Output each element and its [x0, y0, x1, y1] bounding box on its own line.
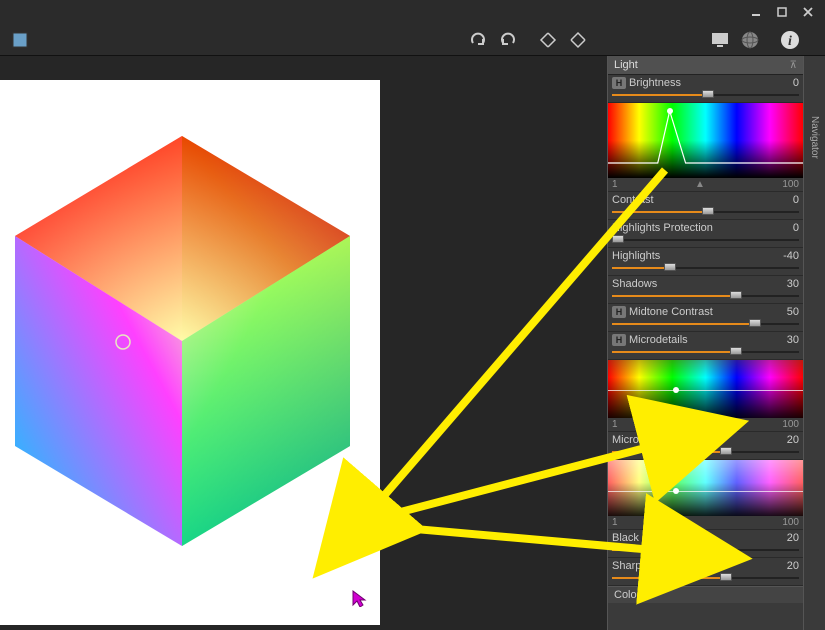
- sharpening-label: Sharpening: [612, 560, 668, 572]
- shadows-label: Shadows: [612, 278, 657, 290]
- hp-label: Highlights Protection: [612, 222, 713, 234]
- microcontrast-control[interactable]: Microcontrast 20: [608, 432, 803, 460]
- microcontrast-value: 20: [787, 434, 799, 446]
- compare-vertical-icon[interactable]: [566, 28, 590, 52]
- svg-text:i: i: [788, 34, 792, 49]
- redo-icon[interactable]: [466, 28, 490, 52]
- hp-slider[interactable]: [612, 236, 799, 244]
- range-row-2: 1100: [608, 418, 803, 432]
- navigator-label: Navigator: [809, 116, 820, 159]
- cursor-icon: [351, 589, 369, 612]
- microdetails-value: 30: [787, 334, 799, 346]
- shadows-control[interactable]: Shadows 30: [608, 276, 803, 304]
- brightness-slider[interactable]: [612, 91, 799, 99]
- brightness-label: Brightness: [629, 77, 681, 89]
- sharpening-slider[interactable]: [612, 574, 799, 582]
- midtone-label: Midtone Contrast: [629, 306, 713, 318]
- black-control[interactable]: Black 20: [608, 530, 803, 558]
- shadows-value: 30: [787, 278, 799, 290]
- midtone-spectrum[interactable]: [608, 360, 803, 418]
- file-icon[interactable]: [8, 28, 32, 52]
- panel-title: Light: [614, 59, 638, 71]
- color-cube-image: [5, 136, 360, 546]
- highlights-control[interactable]: Highlights -40: [608, 248, 803, 276]
- window-titlebar: [0, 0, 825, 24]
- midtone-slider[interactable]: [612, 320, 799, 328]
- highlights-protection-control[interactable]: Highlights Protection 0: [608, 220, 803, 248]
- light-panel: Light ⊼ HBrightness 0 1 ▲ 100 Contra: [607, 56, 803, 630]
- spectrum-point-2[interactable]: [673, 387, 679, 393]
- minimize-button[interactable]: [745, 4, 767, 20]
- range-row-1: 1 ▲ 100: [608, 178, 803, 192]
- black-slider[interactable]: [612, 546, 799, 554]
- top-toolbar: i: [0, 24, 825, 56]
- sharpening-control[interactable]: Sharpening 20: [608, 558, 803, 586]
- black-value: 20: [787, 532, 799, 544]
- black-label: Black: [612, 532, 639, 544]
- compare-horizontal-icon[interactable]: [536, 28, 560, 52]
- collapse-icon[interactable]: ▲: [695, 179, 705, 190]
- pin-icon[interactable]: ⊼: [790, 60, 797, 71]
- panel-header[interactable]: Light ⊼: [608, 56, 803, 75]
- navigator-tab[interactable]: Navigator: [803, 56, 825, 630]
- maximize-button[interactable]: [771, 4, 793, 20]
- canvas-area[interactable]: [0, 56, 607, 630]
- hp-value: 0: [793, 222, 799, 234]
- microcontrast-slider[interactable]: [612, 448, 799, 456]
- brightness-value: 0: [793, 77, 799, 89]
- microdetails-control[interactable]: HMicrodetails30: [608, 332, 803, 360]
- midtone-contrast-control[interactable]: HMidtone Contrast50: [608, 304, 803, 332]
- range-row-3: 1100: [608, 516, 803, 530]
- globe-icon[interactable]: [738, 28, 762, 52]
- sharpening-value: 20: [787, 560, 799, 572]
- monitor-icon[interactable]: [708, 28, 732, 52]
- microdetails-slider[interactable]: [612, 348, 799, 356]
- spectrum-point-3[interactable]: [673, 488, 679, 494]
- spectrum-point[interactable]: [667, 108, 673, 114]
- contrast-label: Contrast: [612, 194, 654, 206]
- brightness-spectrum[interactable]: [608, 103, 803, 178]
- highlights-value: -40: [783, 250, 799, 262]
- microdetails-label: Microdetails: [629, 334, 688, 346]
- contrast-control[interactable]: Contrast 0: [608, 192, 803, 220]
- contrast-value: 0: [793, 194, 799, 206]
- highlights-label: Highlights: [612, 250, 660, 262]
- microcontrast-spectrum[interactable]: [608, 460, 803, 516]
- close-button[interactable]: [797, 4, 819, 20]
- shadows-slider[interactable]: [612, 292, 799, 300]
- highlights-slider[interactable]: [612, 264, 799, 272]
- brightness-control[interactable]: HBrightness 0: [608, 75, 803, 103]
- color-section-header[interactable]: Color: [608, 586, 803, 603]
- contrast-slider[interactable]: [612, 208, 799, 216]
- info-icon[interactable]: i: [778, 28, 802, 52]
- microcontrast-label: Microcontrast: [612, 434, 678, 446]
- h-badge: H: [612, 77, 626, 89]
- midtone-value: 50: [787, 306, 799, 318]
- undo-icon[interactable]: [496, 28, 520, 52]
